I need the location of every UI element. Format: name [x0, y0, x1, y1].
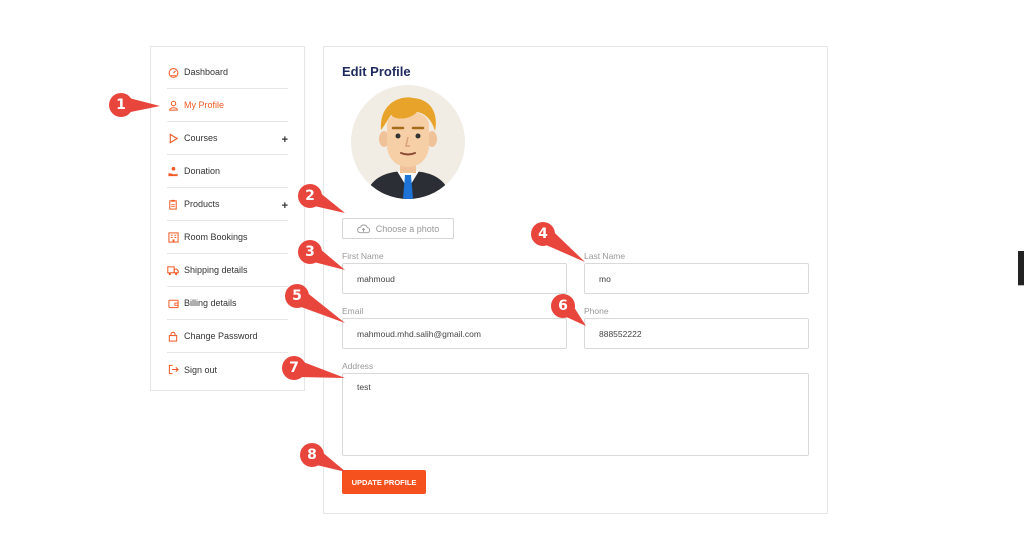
clipboard-icon	[167, 198, 179, 210]
dashboard-icon	[167, 66, 179, 78]
sidebar-item-label: Billing details	[184, 298, 237, 308]
sidebar-item-donation[interactable]: Donation	[167, 155, 288, 188]
donation-hand-icon	[167, 165, 179, 177]
annotation-number: 3	[305, 244, 315, 260]
user-icon	[167, 99, 179, 111]
sidebar-item-label: Shipping details	[184, 265, 248, 275]
email-field[interactable]: mahmoud.mhd.salih@gmail.com	[342, 318, 567, 349]
expand-plus-icon[interactable]: +	[282, 134, 288, 146]
sidebar-item-label: Room Bookings	[184, 232, 248, 242]
annotation-number: 8	[307, 447, 317, 463]
avatar	[351, 85, 465, 199]
edge-widget-tab	[1018, 285, 1024, 300]
annotation-number: 1	[116, 97, 126, 113]
annotation-number: 5	[292, 288, 302, 304]
annotation-number: 2	[305, 188, 315, 204]
truck-icon	[167, 264, 179, 276]
sidebar-item-courses[interactable]: Courses +	[167, 122, 288, 155]
annotation-number: 7	[289, 360, 299, 376]
email-label: Email	[342, 306, 364, 316]
sidebar-item-sign-out[interactable]: Sign out	[167, 353, 288, 386]
sidebar-item-label: Change Password	[184, 331, 258, 341]
sidebar-item-label: Products	[184, 199, 220, 209]
sidebar-item-label: Donation	[184, 166, 221, 176]
last-name-field[interactable]: mo	[584, 263, 809, 294]
annotation-number: 4	[538, 226, 548, 242]
address-label: Address	[342, 361, 374, 371]
sidebar-item-billing-details[interactable]: Billing details	[167, 287, 288, 320]
first-name-label: First Name	[342, 251, 384, 261]
update-profile-button[interactable]: UPDATE PROFILE	[342, 470, 426, 494]
choose-photo-label: Choose a photo	[375, 223, 440, 234]
first-name-field[interactable]: mahmoud	[342, 263, 567, 294]
sidebar-item-label: Courses	[184, 133, 218, 143]
last-name-label: Last Name	[584, 251, 626, 261]
sidebar-item-shipping-details[interactable]: Shipping details	[167, 254, 288, 287]
account-sidebar: Dashboard My Profile Courses + Donation …	[150, 46, 305, 391]
sidebar-item-dashboard[interactable]: Dashboard	[167, 56, 288, 89]
address-textarea[interactable]: test	[342, 373, 809, 456]
expand-plus-icon[interactable]: +	[282, 200, 288, 212]
sidebar-item-products[interactable]: Products +	[167, 188, 288, 221]
sidebar-item-change-password[interactable]: Change Password	[167, 320, 288, 353]
choose-photo-button[interactable]: Choose a photo	[342, 218, 454, 239]
cloud-upload-icon	[356, 224, 370, 233]
sign-out-icon	[167, 364, 179, 376]
annotation-number: 6	[558, 298, 568, 314]
sidebar-item-label: My Profile	[184, 100, 225, 110]
page-title: Edit Profile	[342, 64, 411, 79]
play-icon	[167, 132, 179, 144]
phone-field[interactable]: 888552222	[584, 318, 809, 349]
sidebar-item-my-profile[interactable]: My Profile	[167, 89, 288, 122]
phone-label: Phone	[584, 306, 609, 316]
sidebar-item-label: Sign out	[184, 364, 218, 375]
sidebar-item-label: Dashboard	[184, 67, 229, 77]
sidebar-item-room-bookings[interactable]: Room Bookings	[167, 221, 288, 254]
wallet-icon	[167, 297, 179, 309]
lock-icon	[167, 330, 179, 342]
building-icon	[167, 231, 179, 243]
